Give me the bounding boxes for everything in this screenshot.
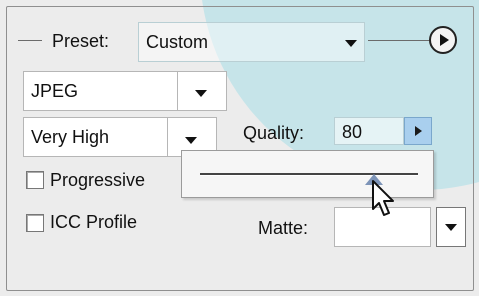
quality-value: 80 (342, 122, 363, 142)
compression-dropdown[interactable]: Very High (23, 117, 168, 157)
format-dropdown[interactable]: JPEG (23, 71, 178, 111)
preset-dropdown[interactable]: Custom (138, 22, 365, 62)
icc-profile-checkbox[interactable] (26, 214, 44, 232)
preset-value: Custom (146, 32, 209, 52)
icc-profile-label: ICC Profile (50, 212, 138, 232)
chevron-right-icon (415, 126, 422, 136)
play-circle-icon[interactable] (429, 26, 457, 54)
group-rule-left (18, 40, 42, 41)
matte-dropdown-button[interactable] (436, 207, 466, 247)
quality-slider-button[interactable] (404, 117, 432, 145)
quality-slider-track[interactable] (200, 173, 418, 176)
progressive-checkbox[interactable] (26, 171, 44, 189)
chevron-down-icon[interactable] (185, 137, 197, 144)
chevron-down-icon[interactable] (195, 90, 207, 97)
group-rule-right (368, 40, 429, 41)
quality-input[interactable]: 80 (334, 117, 404, 145)
progressive-label: Progressive (50, 170, 146, 190)
format-value: JPEG (31, 81, 79, 101)
chevron-down-icon[interactable] (345, 40, 357, 47)
optimize-panel: Preset: Custom JPEG Very High Quality: 8… (0, 0, 479, 296)
quality-label: Quality: (243, 123, 305, 143)
preset-label: Preset: (52, 31, 110, 51)
matte-label: Matte: (258, 218, 309, 238)
compression-value: Very High (31, 127, 110, 147)
mouse-pointer-icon (372, 180, 394, 216)
chevron-down-icon (445, 224, 457, 231)
